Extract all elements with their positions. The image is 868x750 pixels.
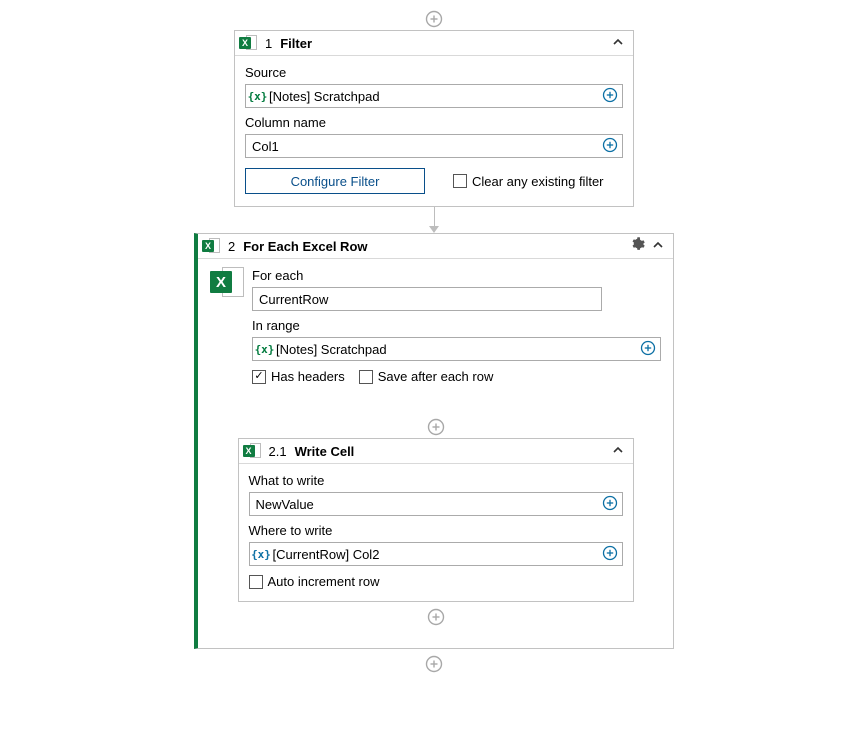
- foreach-card-header[interactable]: X 2 For Each Excel Row: [198, 234, 673, 259]
- source-label: Source: [245, 62, 623, 80]
- foreach-card: X 2 For Each Excel Row X For each Curren…: [194, 233, 674, 649]
- clear-existing-filter-checkbox[interactable]: Clear any existing filter: [453, 174, 604, 189]
- add-step-button[interactable]: [425, 10, 443, 28]
- foreach-value: CurrentRow: [257, 292, 597, 307]
- checkbox-label: Clear any existing filter: [472, 174, 604, 189]
- expand-field-icon[interactable]: [640, 340, 656, 359]
- add-step-button[interactable]: [427, 418, 445, 436]
- column-name-label: Column name: [245, 112, 623, 130]
- add-step-button[interactable]: [427, 608, 445, 626]
- auto-increment-row-checkbox[interactable]: Auto increment row: [249, 574, 623, 589]
- step-number: 1: [265, 36, 272, 51]
- in-range-label: In range: [252, 315, 661, 333]
- step-title: Write Cell: [295, 444, 355, 459]
- expand-field-icon[interactable]: [602, 137, 618, 156]
- column-name-value: Col1: [250, 139, 598, 154]
- step-number: 2.1: [269, 444, 287, 459]
- save-after-each-row-checkbox[interactable]: Save after each row: [359, 369, 494, 384]
- filter-card-header[interactable]: X 1 Filter: [235, 31, 633, 56]
- excel-icon: X: [243, 442, 261, 460]
- writecell-card-header[interactable]: X 2.1 Write Cell: [239, 439, 633, 464]
- where-to-write-label: Where to write: [249, 520, 623, 538]
- checkbox-box: [359, 370, 373, 384]
- collapse-icon[interactable]: [611, 443, 625, 460]
- where-to-write-value: [CurrentRow] Col2: [273, 547, 598, 562]
- collapse-icon[interactable]: [651, 238, 665, 255]
- checkbox-label: Auto increment row: [268, 574, 380, 589]
- configure-filter-button[interactable]: Configure Filter: [245, 168, 425, 194]
- step-number: 2: [228, 239, 235, 254]
- add-step-button[interactable]: [425, 655, 443, 673]
- in-range-value: [Notes] Scratchpad: [276, 342, 636, 357]
- collapse-icon[interactable]: [611, 35, 625, 52]
- in-range-field[interactable]: [Notes] Scratchpad: [252, 337, 661, 361]
- what-to-write-label: What to write: [249, 470, 623, 488]
- variable-icon: [254, 547, 269, 562]
- has-headers-checkbox[interactable]: ✓ Has headers: [252, 369, 345, 384]
- filter-card: X 1 Filter Source [Notes] Scratchpad Col…: [234, 30, 634, 207]
- expand-field-icon[interactable]: [602, 87, 618, 106]
- source-field[interactable]: [Notes] Scratchpad: [245, 84, 623, 108]
- configure-filter-label: Configure Filter: [291, 174, 380, 189]
- excel-icon: X: [202, 237, 220, 255]
- where-to-write-field[interactable]: [CurrentRow] Col2: [249, 542, 623, 566]
- excel-icon: X: [210, 265, 244, 299]
- foreach-label: For each: [252, 265, 661, 283]
- checkbox-box: [453, 174, 467, 188]
- checkbox-box: [249, 575, 263, 589]
- flow-connector: [429, 207, 439, 233]
- excel-icon: X: [239, 34, 257, 52]
- variable-icon: [250, 89, 265, 104]
- foreach-card-body: X For each CurrentRow In range [Notes] S…: [198, 259, 673, 648]
- column-name-field[interactable]: Col1: [245, 134, 623, 158]
- checkbox-label: Has headers: [271, 369, 345, 384]
- checkbox-label: Save after each row: [378, 369, 494, 384]
- source-value: [Notes] Scratchpad: [269, 89, 598, 104]
- expand-field-icon[interactable]: [602, 495, 618, 514]
- writecell-card-body: What to write NewValue Where to write [C…: [239, 464, 633, 601]
- what-to-write-field[interactable]: NewValue: [249, 492, 623, 516]
- what-to-write-value: NewValue: [254, 497, 598, 512]
- writecell-card: X 2.1 Write Cell What to write NewValue: [238, 438, 634, 602]
- foreach-field[interactable]: CurrentRow: [252, 287, 602, 311]
- step-title: Filter: [280, 36, 312, 51]
- step-title: For Each Excel Row: [243, 239, 367, 254]
- checkbox-box: ✓: [252, 370, 266, 384]
- expand-field-icon[interactable]: [602, 545, 618, 564]
- variable-icon: [257, 342, 272, 357]
- filter-card-body: Source [Notes] Scratchpad Column name Co…: [235, 56, 633, 206]
- settings-icon[interactable]: [630, 237, 645, 255]
